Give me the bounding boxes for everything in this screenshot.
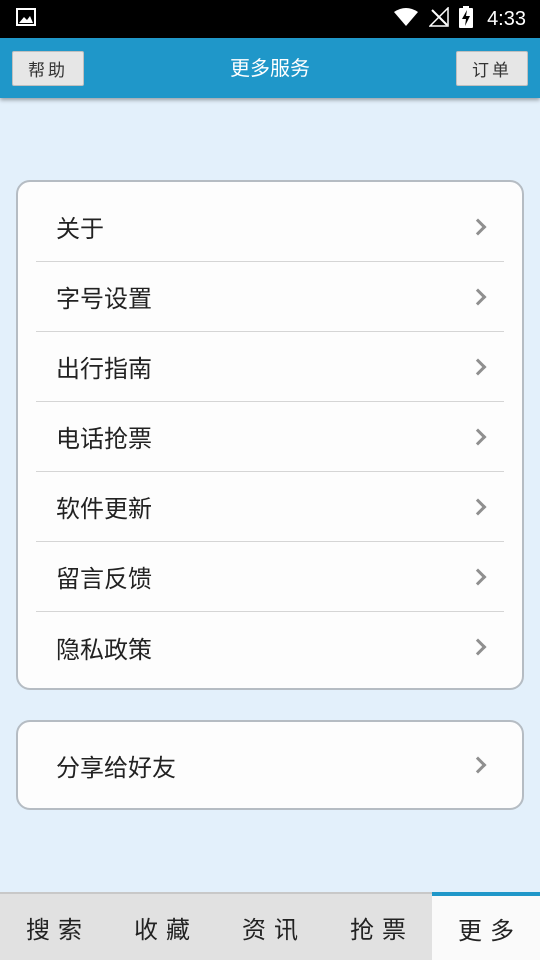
image-icon bbox=[16, 8, 36, 30]
app-header: 更多服务 帮助 订单 bbox=[0, 38, 540, 98]
wifi-icon bbox=[393, 7, 419, 31]
menu-item-label: 字号设置 bbox=[56, 285, 152, 313]
chevron-right-icon bbox=[469, 218, 487, 235]
status-bar: 4:33 bbox=[0, 0, 540, 38]
menu-item-font-size[interactable]: 字号设置 bbox=[36, 262, 504, 332]
menu-item-label: 隐私政策 bbox=[56, 635, 152, 664]
orders-button[interactable]: 订单 bbox=[456, 51, 528, 86]
no-signal-icon bbox=[428, 6, 449, 31]
tab-search[interactable]: 搜索 bbox=[0, 894, 108, 960]
menu-item-feedback[interactable]: 留言反馈 bbox=[36, 542, 504, 612]
chevron-right-icon bbox=[469, 428, 487, 445]
bottom-tab-bar: 搜索 收藏 资讯 抢票 更多 bbox=[0, 892, 540, 960]
chevron-right-icon bbox=[469, 358, 487, 375]
menu-item-about[interactable]: 关于 bbox=[36, 192, 504, 262]
share-with-friends-item[interactable]: 分享给好友 bbox=[36, 722, 504, 808]
menu-item-label: 软件更新 bbox=[56, 495, 152, 523]
tab-news[interactable]: 资讯 bbox=[216, 894, 324, 960]
status-right: 4:33 bbox=[393, 6, 526, 32]
chevron-right-icon bbox=[469, 498, 487, 515]
chevron-right-icon bbox=[469, 638, 487, 656]
tab-favorites[interactable]: 收藏 bbox=[108, 894, 216, 960]
share-card: 分享给好友 bbox=[16, 720, 524, 810]
share-label: 分享给好友 bbox=[56, 753, 176, 782]
chevron-right-icon bbox=[469, 288, 487, 305]
status-left bbox=[16, 8, 36, 30]
help-button[interactable]: 帮助 bbox=[12, 51, 84, 86]
battery-charging-icon bbox=[459, 6, 474, 32]
menu-item-label: 出行指南 bbox=[56, 355, 152, 383]
tab-more[interactable]: 更多 bbox=[432, 892, 540, 960]
menu-item-privacy-policy[interactable]: 隐私政策 bbox=[36, 612, 504, 682]
chevron-right-icon bbox=[469, 568, 487, 585]
tab-grab-tickets[interactable]: 抢票 bbox=[324, 894, 432, 960]
menu-item-label: 电话抢票 bbox=[56, 425, 152, 453]
menu-item-label: 留言反馈 bbox=[56, 565, 152, 593]
status-time: 4:33 bbox=[487, 7, 526, 30]
menu-item-phone-tickets[interactable]: 电话抢票 bbox=[36, 402, 504, 472]
menu-item-travel-guide[interactable]: 出行指南 bbox=[36, 332, 504, 402]
menu-card: 关于 字号设置 出行指南 电话抢票 软件更新 留言反馈 隐私政策 bbox=[16, 180, 524, 690]
menu-item-label: 关于 bbox=[56, 215, 104, 243]
menu-item-software-update[interactable]: 软件更新 bbox=[36, 472, 504, 542]
chevron-right-icon bbox=[469, 756, 487, 774]
